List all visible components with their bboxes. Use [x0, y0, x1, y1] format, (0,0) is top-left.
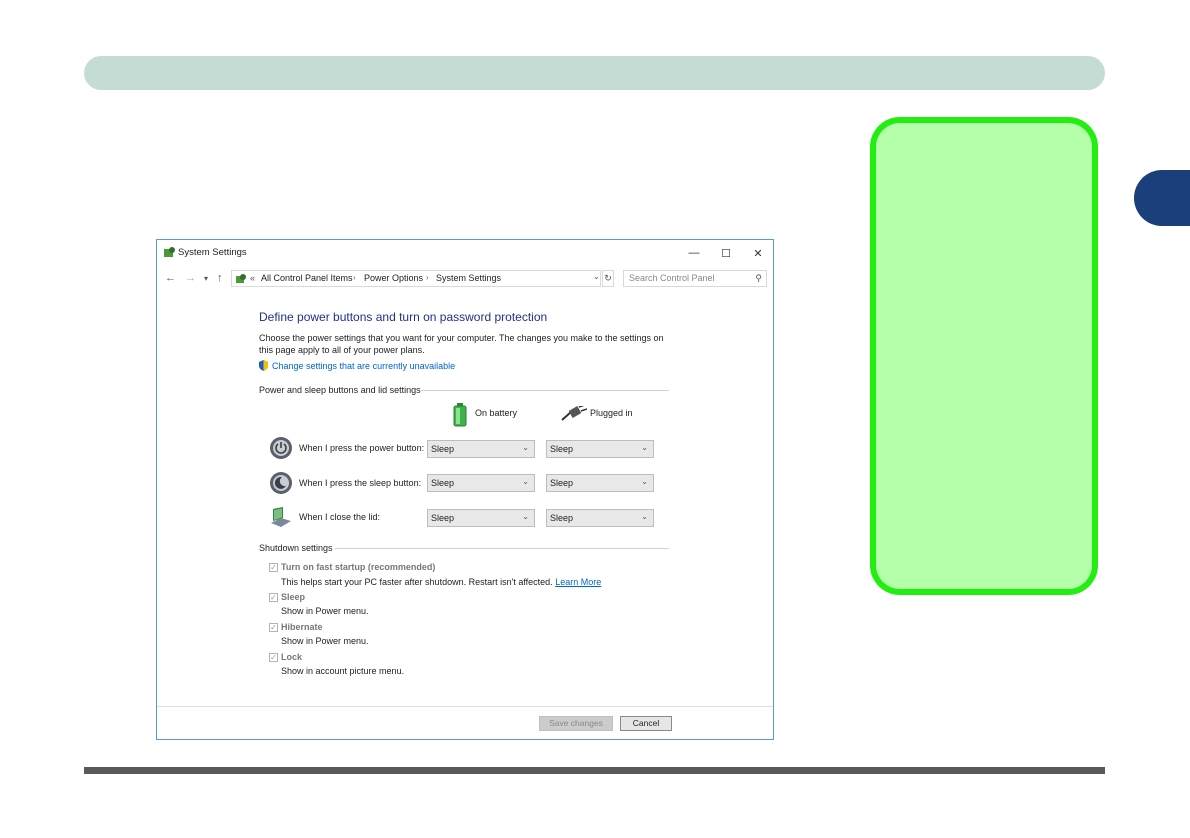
- control-panel-icon: [164, 247, 175, 257]
- note-box: [870, 117, 1098, 595]
- chevron-down-icon: ⌄: [641, 477, 648, 486]
- section-divider: [335, 548, 669, 549]
- select-value: Sleep: [550, 513, 574, 523]
- fast-startup-checkbox[interactable]: ✓: [269, 563, 278, 572]
- control-panel-icon: [236, 274, 246, 283]
- select-value: Sleep: [550, 444, 574, 454]
- recent-locations-icon[interactable]: ▾: [204, 274, 208, 283]
- breadcrumb-power-options[interactable]: Power Options: [364, 273, 423, 283]
- chevron-down-icon: ⌄: [641, 512, 648, 521]
- lock-checkbox[interactable]: ✓: [269, 653, 278, 662]
- section-divider: [421, 390, 669, 391]
- fast-startup-description: This helps start your PC faster after sh…: [281, 577, 601, 587]
- chevron-down-icon: ⌄: [522, 477, 529, 486]
- up-arrow-icon[interactable]: ↑: [217, 272, 223, 284]
- sleep-checkbox[interactable]: ✓: [269, 593, 278, 602]
- title-bar: System Settings — ☐ ✕: [157, 240, 773, 266]
- battery-icon: [453, 403, 467, 427]
- breadcrumb-separator-icon: ›: [426, 273, 429, 282]
- power-button-label: When I press the power button:: [299, 443, 425, 453]
- sleep-button-icon: [270, 472, 292, 494]
- chevron-down-icon: ⌄: [522, 512, 529, 521]
- minimize-button[interactable]: —: [679, 244, 709, 262]
- uac-shield-icon: [259, 360, 268, 371]
- back-arrow-icon[interactable]: ←: [165, 272, 176, 284]
- refresh-button[interactable]: ↻: [602, 270, 614, 287]
- address-dropdown-icon[interactable]: ⌄: [593, 272, 600, 281]
- lock-option-label: Lock: [281, 652, 303, 662]
- hibernate-checkbox[interactable]: ✓: [269, 623, 278, 632]
- save-changes-button[interactable]: Save changes: [539, 716, 613, 731]
- sleep-option-label: Sleep: [281, 592, 306, 602]
- breadcrumb-overflow-icon[interactable]: «: [250, 273, 255, 283]
- fast-startup-label: Turn on fast startup (recommended): [281, 562, 436, 572]
- breadcrumb-separator-icon: ›: [353, 273, 356, 282]
- search-placeholder: Search Control Panel: [629, 273, 715, 283]
- power-plug-icon: [561, 406, 587, 421]
- address-bar[interactable]: « All Control Panel Items › Power Option…: [231, 270, 601, 287]
- sleep-option-description: Show in Power menu.: [281, 606, 369, 616]
- power-button-battery-select[interactable]: Sleep ⌄: [427, 440, 535, 458]
- hibernate-option-description: Show in Power menu.: [281, 636, 369, 646]
- breadcrumb-system-settings[interactable]: System Settings: [436, 273, 501, 283]
- cancel-button[interactable]: Cancel: [620, 716, 672, 731]
- lock-option-description: Show in account picture menu.: [281, 666, 405, 676]
- select-value: Sleep: [431, 478, 455, 488]
- fast-startup-desc-text: This helps start your PC faster after sh…: [281, 577, 553, 587]
- plugged-in-header: Plugged in: [590, 408, 633, 418]
- chevron-down-icon: ⌄: [522, 443, 529, 452]
- sleep-button-plugged-select[interactable]: Sleep ⌄: [546, 474, 654, 492]
- page-description: Choose the power settings that you want …: [259, 333, 664, 355]
- power-section-title: Power and sleep buttons and lid settings: [259, 385, 421, 395]
- page-heading: Define power buttons and turn on passwor…: [259, 310, 548, 324]
- hibernate-option-label: Hibernate: [281, 622, 323, 632]
- sleep-button-label: When I press the sleep button:: [299, 478, 422, 488]
- system-settings-window: System Settings — ☐ ✕ ← → ▾ ↑ « All Cont…: [156, 239, 774, 740]
- page-header-bar: [84, 56, 1105, 90]
- power-button-plugged-select[interactable]: Sleep ⌄: [546, 440, 654, 458]
- search-box[interactable]: Search Control Panel ⚲: [623, 270, 767, 287]
- navigation-bar: ← → ▾ ↑ « All Control Panel Items › Powe…: [157, 269, 773, 289]
- select-value: Sleep: [431, 513, 455, 523]
- learn-more-link[interactable]: Learn More: [555, 577, 601, 587]
- select-value: Sleep: [431, 444, 455, 454]
- search-icon[interactable]: ⚲: [755, 273, 762, 284]
- breadcrumb-all-control-panel-items[interactable]: All Control Panel Items: [261, 273, 353, 283]
- select-value: Sleep: [550, 478, 574, 488]
- on-battery-header: On battery: [475, 408, 518, 418]
- window-title: System Settings: [178, 247, 247, 258]
- footer-divider: [157, 706, 773, 707]
- maximize-button[interactable]: ☐: [711, 244, 741, 262]
- shutdown-section-title: Shutdown settings: [259, 543, 333, 553]
- page-footer-line: [84, 767, 1105, 774]
- forward-arrow-icon[interactable]: →: [185, 272, 196, 284]
- close-lid-battery-select[interactable]: Sleep ⌄: [427, 509, 535, 527]
- uac-link[interactable]: Change settings that are currently unava…: [259, 360, 455, 371]
- sleep-button-battery-select[interactable]: Sleep ⌄: [427, 474, 535, 492]
- close-lid-plugged-select[interactable]: Sleep ⌄: [546, 509, 654, 527]
- chevron-down-icon: ⌄: [641, 443, 648, 452]
- uac-link-label[interactable]: Change settings that are currently unava…: [272, 361, 455, 371]
- close-lid-label: When I close the lid:: [299, 512, 381, 522]
- power-button-icon: [270, 437, 292, 459]
- close-button[interactable]: ✕: [743, 244, 773, 262]
- laptop-lid-icon: [271, 507, 291, 527]
- chapter-tab: [1134, 170, 1190, 226]
